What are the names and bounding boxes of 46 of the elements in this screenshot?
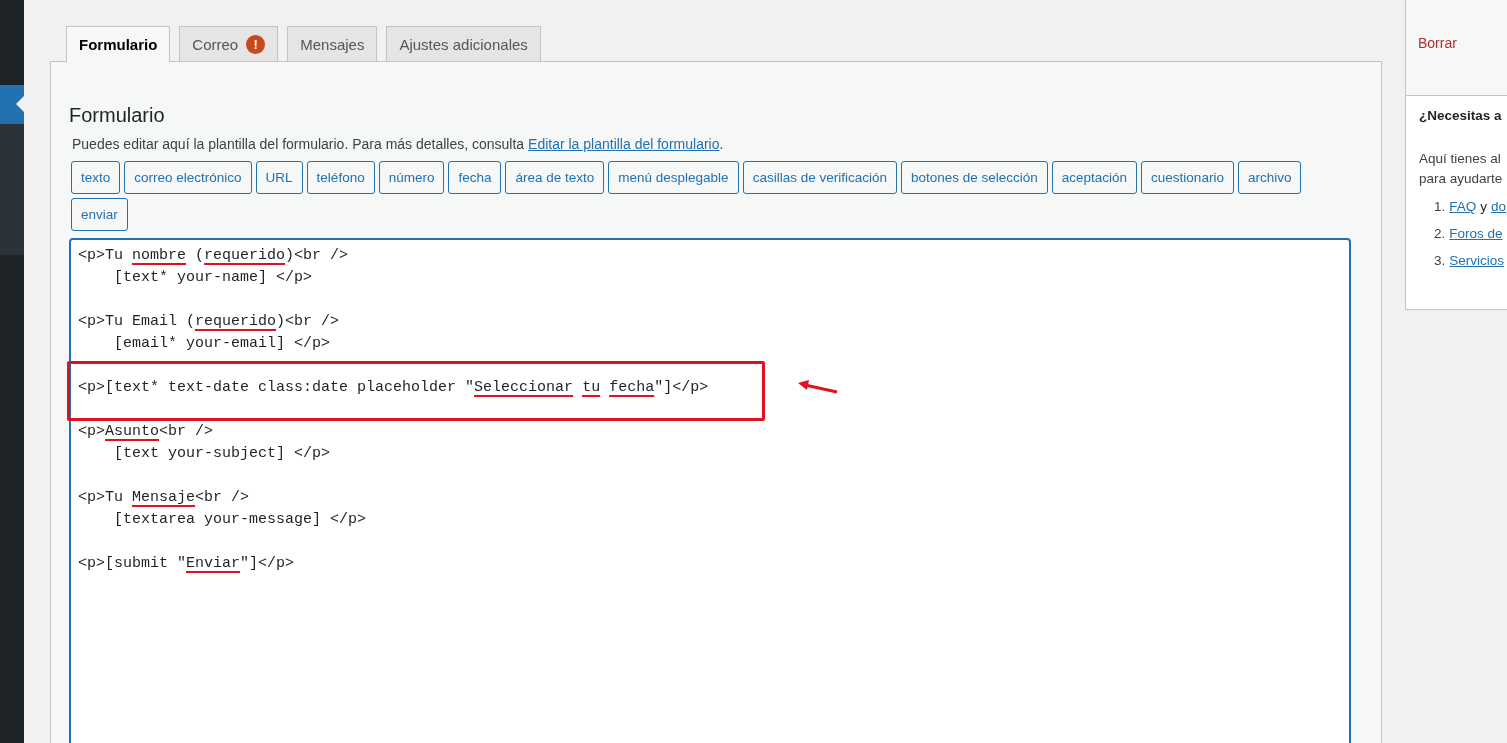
code-line: <p>[text* text-date class:date placeholder "Seleccionar tu fecha"]</p> — [78, 378, 709, 398]
help-text-line: Aquí tienes al — [1419, 150, 1501, 168]
help-link[interactable]: Foros de — [1449, 226, 1503, 241]
tag-button[interactable]: archivo — [1237, 161, 1302, 194]
code-line: <p>Tu Mensaje<br /> — [78, 488, 250, 508]
tag-button[interactable]: área de texto — [505, 161, 605, 194]
help-text-line: para ayudarte — [1419, 170, 1503, 188]
tag-button[interactable]: fecha — [448, 161, 502, 194]
tag-button[interactable]: aceptación — [1051, 161, 1138, 194]
code-line: <p>Asunto<br /> — [78, 422, 214, 442]
tag-button[interactable]: enviar — [71, 198, 128, 231]
help-link[interactable]: Servicios — [1449, 253, 1505, 268]
list-text: y — [1480, 199, 1488, 214]
tag-button[interactable]: URL — [255, 161, 303, 194]
active-menu-item[interactable] — [0, 85, 24, 124]
tag-button[interactable]: correo electrónico — [124, 161, 252, 194]
alert-badge: ! — [246, 34, 266, 54]
code-editor[interactable] — [69, 238, 1351, 743]
tag-button[interactable]: casillas de verificación — [742, 161, 897, 194]
tag-button[interactable]: menú desplegable — [608, 161, 739, 194]
tag-button[interactable]: botones de selección — [900, 161, 1048, 194]
code-line: [textarea your-message] </p> — [113, 510, 367, 530]
tab[interactable]: Formulario — [66, 26, 171, 62]
help-title: ¿Necesitas a — [1419, 108, 1503, 123]
code-line: <p>Tu Email (requerido)<br /> — [78, 312, 340, 332]
arrow-icon — [797, 380, 839, 394]
list-number: 1. — [1434, 199, 1446, 214]
tab[interactable]: Correo ! — [179, 26, 279, 61]
tag-button[interactable]: número — [378, 161, 445, 194]
section-title: Formulario — [69, 104, 166, 127]
tag-button[interactable]: teléfono — [306, 161, 375, 194]
code-line: <p>[submit "Enviar"]</p> — [78, 554, 295, 574]
list-number: 2. — [1434, 226, 1446, 241]
help-link[interactable]: FAQ — [1449, 199, 1477, 214]
code-line: [text* your-name] </p> — [113, 268, 313, 288]
code-line: <p>Tu nombre (requerido)<br /> — [78, 246, 349, 266]
description-text: Puedes editar aquí la plantilla del formulario. Para más detalles, consulta Editar la plantilla del formulario. — [72, 136, 725, 152]
tab[interactable]: Ajustes adicionales — [386, 26, 541, 61]
tab[interactable]: Mensajes — [287, 26, 378, 61]
tag-button[interactable]: cuestionario — [1141, 161, 1234, 194]
tag-button[interactable]: texto — [71, 161, 121, 194]
help-link[interactable]: do — [1491, 199, 1507, 214]
code-line: [text your-subject] </p> — [113, 444, 331, 464]
list-number: 3. — [1434, 253, 1446, 268]
delete-link[interactable]: Borrar — [1418, 35, 1457, 51]
code-line: [email* your-email] </p> — [113, 334, 331, 354]
